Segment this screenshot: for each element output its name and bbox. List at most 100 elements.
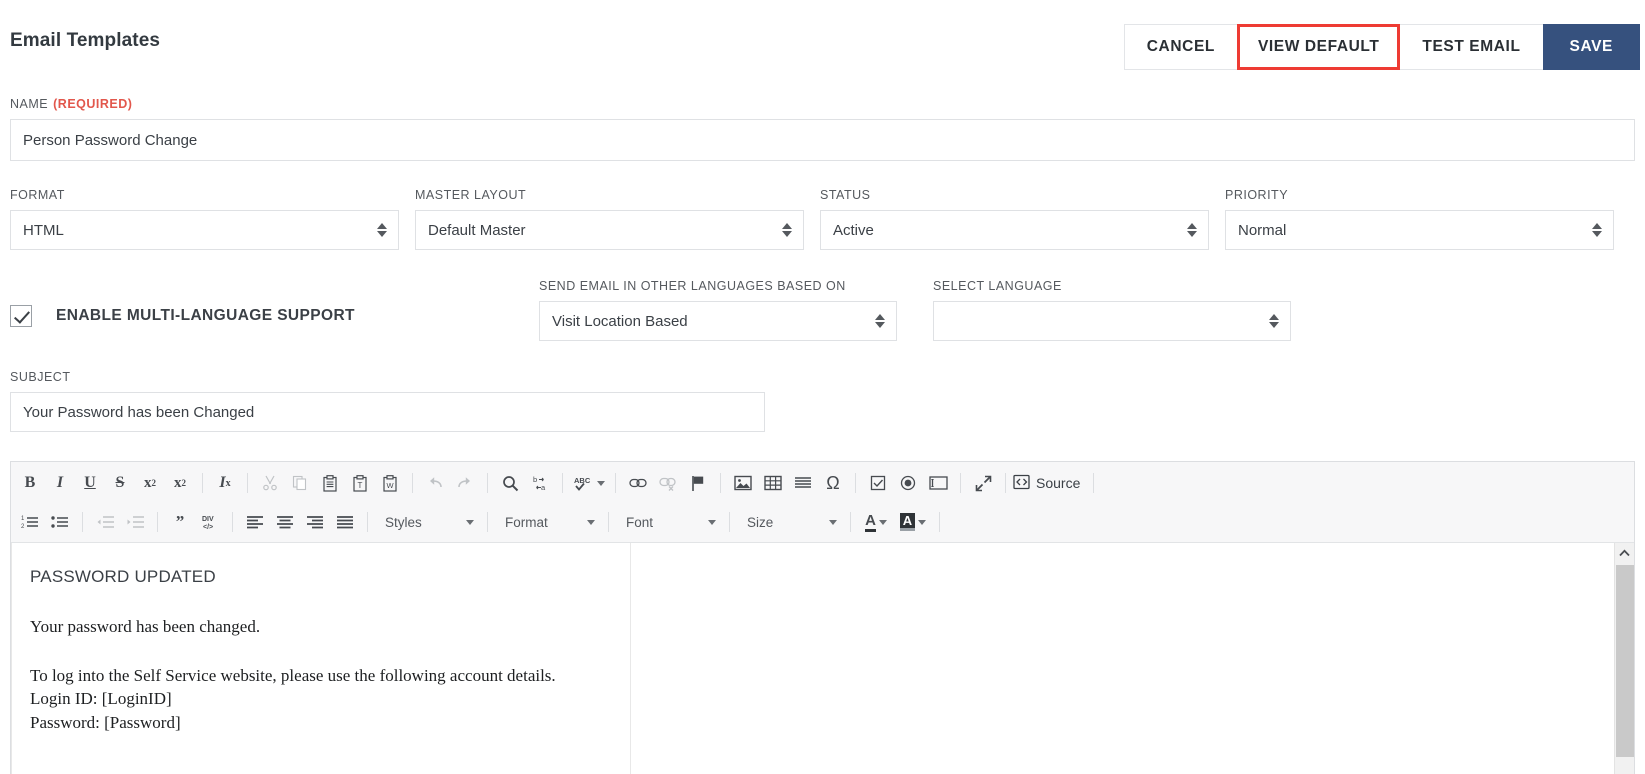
increase-indent-icon[interactable] (120, 507, 150, 537)
unlink-icon[interactable] (653, 468, 683, 498)
page-header: Email Templates CANCEL VIEW DEFAULT TEST… (0, 0, 1645, 80)
text-field-icon[interactable] (923, 468, 953, 498)
subscript-icon[interactable]: x2 (135, 468, 165, 498)
replace-icon[interactable]: ba (525, 468, 555, 498)
copy-icon[interactable] (285, 468, 315, 498)
svg-text:a: a (541, 483, 546, 492)
svg-text:b: b (533, 475, 537, 484)
toolbar-separator (82, 512, 83, 532)
format-combo-label: Format (505, 515, 548, 530)
toolbar-separator (412, 473, 413, 493)
language-basis-field-group: SEND EMAIL IN OTHER LANGUAGES BASED ON V… (539, 279, 897, 341)
select-language-label: SELECT LANGUAGE (933, 279, 1291, 293)
toolbar-separator (615, 473, 616, 493)
editor-content-area: PASSWORD UPDATED Your password has been … (11, 543, 1634, 774)
redo-icon[interactable] (450, 468, 480, 498)
font-combo[interactable]: Font (616, 507, 722, 537)
editor-body[interactable]: PASSWORD UPDATED Your password has been … (11, 543, 1614, 774)
bulleted-list-icon[interactable] (45, 507, 75, 537)
name-label-text: NAME (10, 97, 48, 111)
priority-select-wrap: Normal (1225, 210, 1614, 250)
cut-icon[interactable] (255, 468, 285, 498)
toolbar-separator (367, 512, 368, 532)
anchor-flag-icon[interactable] (683, 468, 713, 498)
toolbar-separator (720, 473, 721, 493)
styles-combo[interactable]: Styles (375, 507, 480, 537)
status-select[interactable]: Active (820, 210, 1209, 250)
view-default-button[interactable]: VIEW DEFAULT (1237, 24, 1400, 70)
language-basis-select[interactable]: Visit Location Based (539, 301, 897, 341)
subject-label: SUBJECT (10, 370, 765, 384)
scroll-up-icon[interactable] (1615, 543, 1635, 563)
toolbar-separator (939, 512, 940, 532)
bold-icon[interactable]: B (15, 468, 45, 498)
cancel-button[interactable]: CANCEL (1124, 24, 1238, 70)
toolbar-row-2: 12 ” DIV</> (11, 502, 1634, 542)
paste-icon[interactable] (315, 468, 345, 498)
email-body-content[interactable]: PASSWORD UPDATED Your password has been … (11, 543, 631, 774)
subject-input[interactable] (10, 392, 765, 432)
superscript-icon[interactable]: x2 (165, 468, 195, 498)
priority-select[interactable]: Normal (1225, 210, 1614, 250)
header-action-buttons: CANCEL VIEW DEFAULT TEST EMAIL SAVE (1125, 24, 1640, 70)
decrease-indent-icon[interactable] (90, 507, 120, 537)
underline-icon[interactable]: U (75, 468, 105, 498)
format-field-group: FORMAT HTML (10, 188, 399, 250)
toolbar-separator (960, 473, 961, 493)
horizontal-rule-icon[interactable] (788, 468, 818, 498)
numbered-list-icon[interactable]: 12 (15, 507, 45, 537)
format-combo[interactable]: Format (495, 507, 601, 537)
text-color-icon[interactable]: A (858, 507, 894, 537)
source-icon (1013, 474, 1030, 493)
editor-scrollbar[interactable] (1614, 543, 1634, 774)
checkbox-field-icon[interactable] (863, 468, 893, 498)
svg-text:1: 1 (21, 516, 25, 522)
toolbar-separator (247, 473, 248, 493)
align-left-icon[interactable] (240, 507, 270, 537)
align-justify-icon[interactable] (330, 507, 360, 537)
radio-field-icon[interactable] (893, 468, 923, 498)
align-right-icon[interactable] (300, 507, 330, 537)
blockquote-icon[interactable]: ” (165, 507, 195, 537)
image-icon[interactable] (728, 468, 758, 498)
select-language-select[interactable] (933, 301, 1291, 341)
name-input[interactable] (10, 119, 1635, 161)
table-icon[interactable] (758, 468, 788, 498)
link-icon[interactable] (623, 468, 653, 498)
scrollbar-thumb[interactable] (1616, 565, 1634, 757)
size-combo[interactable]: Size (737, 507, 843, 537)
italic-icon[interactable]: I (45, 468, 75, 498)
paste-from-word-icon[interactable]: W (375, 468, 405, 498)
enable-multilanguage-checkbox[interactable] (10, 305, 32, 327)
toolbar-separator (850, 512, 851, 532)
master-layout-field-group: MASTER LAYOUT Default Master (415, 188, 804, 250)
paste-as-plain-text-icon[interactable]: T (345, 468, 375, 498)
chevron-down-icon (708, 520, 716, 525)
format-select[interactable]: HTML (10, 210, 399, 250)
remove-format-icon[interactable]: Ix (210, 468, 240, 498)
toolbar-separator (855, 473, 856, 493)
content-paragraph-1: Your password has been changed. (30, 617, 612, 638)
undo-icon[interactable] (420, 468, 450, 498)
enable-multilanguage-group[interactable]: ENABLE MULTI-LANGUAGE SUPPORT (10, 305, 355, 327)
strikethrough-icon[interactable]: S (105, 468, 135, 498)
content-line-3: Password: [Password] (30, 711, 612, 734)
test-email-button[interactable]: TEST EMAIL (1399, 24, 1543, 70)
language-basis-select-wrap: Visit Location Based (539, 301, 897, 341)
svg-text:</>: </> (203, 524, 213, 530)
name-required-text: (Required) (53, 97, 132, 111)
maximize-icon[interactable] (968, 468, 998, 498)
master-layout-select[interactable]: Default Master (415, 210, 804, 250)
status-label: STATUS (820, 188, 1209, 202)
align-center-icon[interactable] (270, 507, 300, 537)
find-icon[interactable] (495, 468, 525, 498)
special-character-icon[interactable]: Ω (818, 468, 848, 498)
format-label: FORMAT (10, 188, 399, 202)
save-button[interactable]: SAVE (1543, 24, 1640, 70)
div-container-icon[interactable]: DIV</> (195, 507, 225, 537)
name-label: NAME (Required) (10, 97, 1635, 111)
spellcheck-icon[interactable]: ABC (570, 468, 608, 498)
background-color-icon[interactable]: A (894, 507, 932, 537)
size-combo-label: Size (747, 515, 773, 530)
source-button[interactable]: Source (1013, 474, 1086, 493)
